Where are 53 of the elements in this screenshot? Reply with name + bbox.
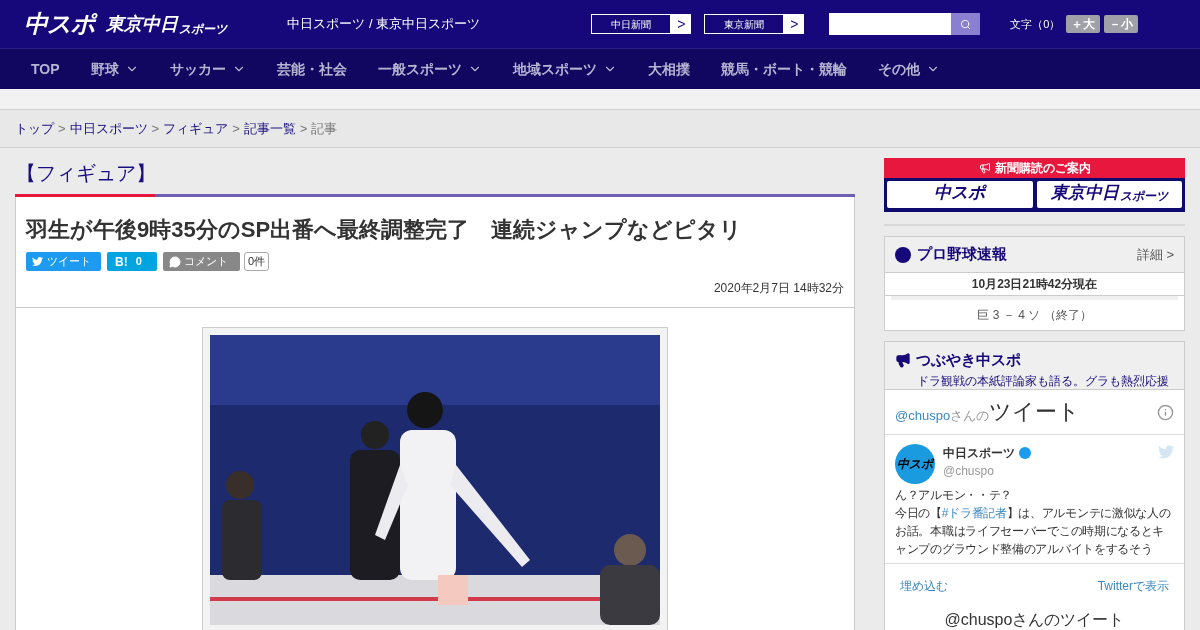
widget-subtitle: ドラ観戦の本紙評論家も語る。グラも熱烈応援 [917,372,1170,390]
avatar[interactable]: 中スポ [895,444,935,484]
widget-title: つぶやき中スポ [916,350,1021,370]
hashtag-link[interactable]: #ドラ番記者 [941,506,1007,520]
subscribe-title: 新聞購読のご案内 [994,160,1091,177]
timeline-footer: @chuspoさんのツイート [885,608,1184,630]
nav-item[interactable]: サッカー [169,58,246,80]
font-size-label: 文字（0） [1010,16,1061,32]
category-heading: 【フィギュア】 [15,161,157,186]
breadcrumb-separator: > [151,119,160,138]
nav-item[interactable]: その他 [877,58,940,80]
bird-icon [1158,444,1174,460]
breadcrumb-link[interactable]: 記事一覧 [243,118,296,139]
newspaper-link[interactable]: 東京新聞 > [703,13,806,35]
comment-count: 0件 [244,252,270,271]
breadcrumb-separator: > [58,119,66,138]
nav-item[interactable]: 地域スポーツ [512,58,617,80]
widget-title: プロ野球速報 [917,244,1007,265]
search-icon[interactable] [951,13,981,35]
speech-bubble-icon [169,255,181,268]
nav-item[interactable]: TOP [31,58,60,80]
tweet-text: ん？アルモン・・テ？ 今日の【#ドラ番記者】は、アルモンテに激似な人のお話。本職はライフセーバーでこの時期になるとキャンプのグラウンド整備のアルバイトをするそう [895,487,1172,558]
breadcrumb-link[interactable]: 中日スポーツ [69,118,148,139]
nav-item[interactable]: 野球 [90,58,139,80]
nav-item[interactable]: 大相撲 [647,58,690,80]
nav-item[interactable]: 芸能・社会 [276,58,347,80]
baseball-icon [895,246,911,263]
breadcrumb-separator: > [299,119,308,138]
site-logo[interactable]: 中スポ [24,6,95,42]
bookmark-count: 0 [135,254,142,270]
view-on-twitter-link[interactable]: Twitterで表示 [1097,577,1169,595]
article-title: 羽生が午後9時35分のSP出番へ最終調整完了 連続ジャンプなどピタリ [26,216,744,244]
bird-icon [32,256,43,267]
nav-item[interactable]: 一般スポーツ [377,58,482,80]
site-title: 中日スポーツ / 東京中日スポーツ [287,15,481,34]
game-score[interactable]: 巨 3 － 4 ソ （終了） [885,300,1184,330]
embed-link[interactable]: 埋め込む [900,577,948,595]
newspaper-link[interactable]: 中日新聞 > [590,13,693,35]
breadcrumb-current: 記事 [311,119,338,138]
nav-item[interactable]: 競馬・ボート・競輪 [720,58,847,80]
megaphone-icon [895,352,911,369]
detail-link[interactable]: 詳細 > [1136,244,1174,265]
article-date: 2020年2月7日 14時32分 [713,280,844,297]
breadcrumb-link[interactable]: トップ [15,118,54,139]
info-icon[interactable] [1157,403,1174,421]
breadcrumb-separator: > [232,119,240,138]
verified-icon [1019,447,1031,459]
paper-logo-link[interactable]: 中スポ [887,181,1033,208]
timeline-heading: @chuspoさんのツイート [895,399,1081,425]
search-field[interactable] [829,13,981,35]
author-name[interactable]: 中日スポーツ [943,444,1015,462]
breadcrumb-link[interactable]: フィギュア [163,118,229,139]
comment-button[interactable]: コメント [163,252,240,271]
